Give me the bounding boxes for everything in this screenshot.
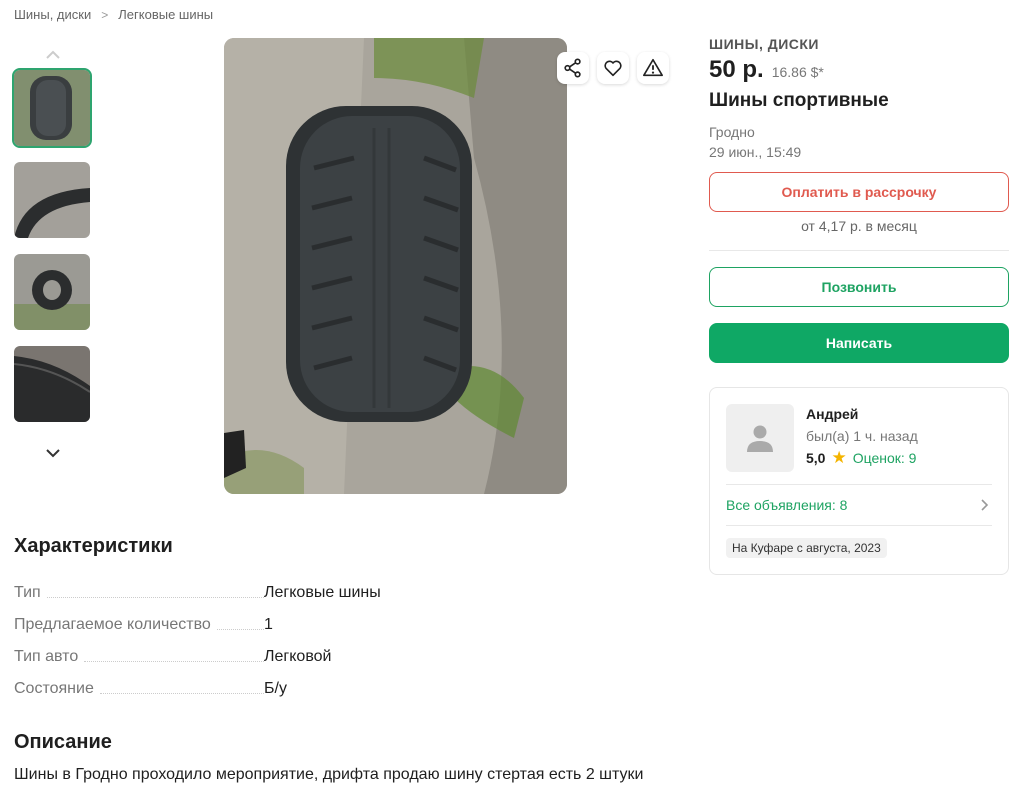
call-button[interactable]: Позвонить <box>709 267 1009 307</box>
favorite-button[interactable] <box>597 52 629 84</box>
write-button[interactable]: Написать <box>709 323 1009 363</box>
characteristic-key: Тип <box>14 584 41 601</box>
thumbnails-down-button[interactable] <box>14 438 92 468</box>
thumbnail-3[interactable] <box>14 254 90 330</box>
seller-info: Андрей был(а) 1 ч. назад 5,0 ★ Оценок: 9 <box>806 404 918 472</box>
thumbnail-strip <box>12 40 92 468</box>
listing-category: ШИНЫ, ДИСКИ <box>709 36 819 52</box>
reviews-link[interactable]: Оценок: 9 <box>853 450 917 466</box>
divider <box>726 484 992 485</box>
user-icon <box>747 425 773 452</box>
characteristic-value: 1 <box>264 616 273 633</box>
price-usd: 16.86 $* <box>771 64 824 80</box>
listing-date: 29 июн., 15:49 <box>709 144 802 160</box>
tire-photo <box>224 38 567 494</box>
divider <box>726 525 992 526</box>
chevron-up-icon <box>46 50 60 59</box>
seller-header: Андрей был(а) 1 ч. назад 5,0 ★ Оценок: 9 <box>726 404 992 472</box>
share-button[interactable] <box>557 52 589 84</box>
description-title: Описание <box>14 731 112 753</box>
thumbnail-image <box>14 70 90 146</box>
chevron-right-icon <box>981 499 989 511</box>
heart-icon <box>604 60 622 77</box>
thumbnail-image <box>14 254 90 330</box>
chevron-down-icon <box>46 449 60 458</box>
characteristic-value: Легковой <box>264 648 332 665</box>
all-ads-link[interactable]: Все объявления: 8 <box>726 497 992 513</box>
main-photo[interactable] <box>224 38 567 494</box>
photo-actions <box>557 52 669 84</box>
price-row: 50 р. 16.86 $* <box>709 56 1009 84</box>
star-icon: ★ <box>831 448 847 467</box>
characteristic-row: Тип Легковые шины <box>14 570 414 602</box>
characteristic-value: Легковые шины <box>264 584 381 601</box>
characteristics-list: Тип Легковые шины Предлагаемое количеств… <box>14 570 414 698</box>
characteristic-row: Предлагаемое количество 1 <box>14 602 414 634</box>
characteristic-key: Тип авто <box>14 648 79 665</box>
seller-last-seen: был(а) 1 ч. назад <box>806 428 918 444</box>
report-button[interactable] <box>637 52 669 84</box>
rating-value: 5,0 <box>806 450 826 466</box>
thumbnail-2[interactable] <box>14 162 90 238</box>
seller-name[interactable]: Андрей <box>806 406 918 422</box>
all-ads-label: Все объявления: 8 <box>726 497 848 513</box>
thumbnail-4[interactable] <box>14 346 90 422</box>
listing-panel: ШИНЫ, ДИСКИ 50 р. 16.86 $* Шины спортивн… <box>709 36 1009 575</box>
characteristic-row: Тип авто Легковой <box>14 634 414 666</box>
seller-card: Андрей был(а) 1 ч. назад 5,0 ★ Оценок: 9… <box>709 387 1009 575</box>
listing-city: Гродно <box>709 124 755 140</box>
installment-button[interactable]: Оплатить в рассрочку <box>709 172 1009 212</box>
thumbnail-image <box>14 346 90 422</box>
thumbnail-image <box>14 162 90 238</box>
share-icon <box>564 58 581 78</box>
breadcrumb-item-tires-wheels[interactable]: Шины, диски <box>14 7 91 22</box>
characteristic-row: Состояние Б/у <box>14 666 414 698</box>
thumbnails-up-button[interactable] <box>14 40 92 70</box>
divider <box>709 250 1009 251</box>
characteristic-key: Предлагаемое количество <box>14 616 211 633</box>
characteristics-title: Характеристики <box>14 535 173 557</box>
breadcrumb-separator: > <box>101 7 109 22</box>
installment-note: от 4,17 р. в месяц <box>801 218 917 234</box>
price: 50 р. <box>709 56 764 83</box>
listing-meta: Гродно 29 июн., 15:49 <box>709 122 1009 162</box>
characteristic-value: Б/у <box>264 680 287 697</box>
breadcrumb: Шины, диски > Легковые шины <box>14 7 213 22</box>
member-since-badge: На Куфаре с августа, 2023 <box>726 538 887 558</box>
description-text: Шины в Гродно проходило мероприятие, дри… <box>14 766 644 783</box>
thumbnail-1[interactable] <box>12 68 92 148</box>
listing-title: Шины спортивные <box>709 90 889 111</box>
avatar[interactable] <box>726 404 794 472</box>
warning-icon <box>643 58 663 77</box>
characteristic-key: Состояние <box>14 680 94 697</box>
breadcrumb-item-car-tires[interactable]: Легковые шины <box>118 7 213 22</box>
seller-rating: 5,0 ★ Оценок: 9 <box>806 448 918 467</box>
